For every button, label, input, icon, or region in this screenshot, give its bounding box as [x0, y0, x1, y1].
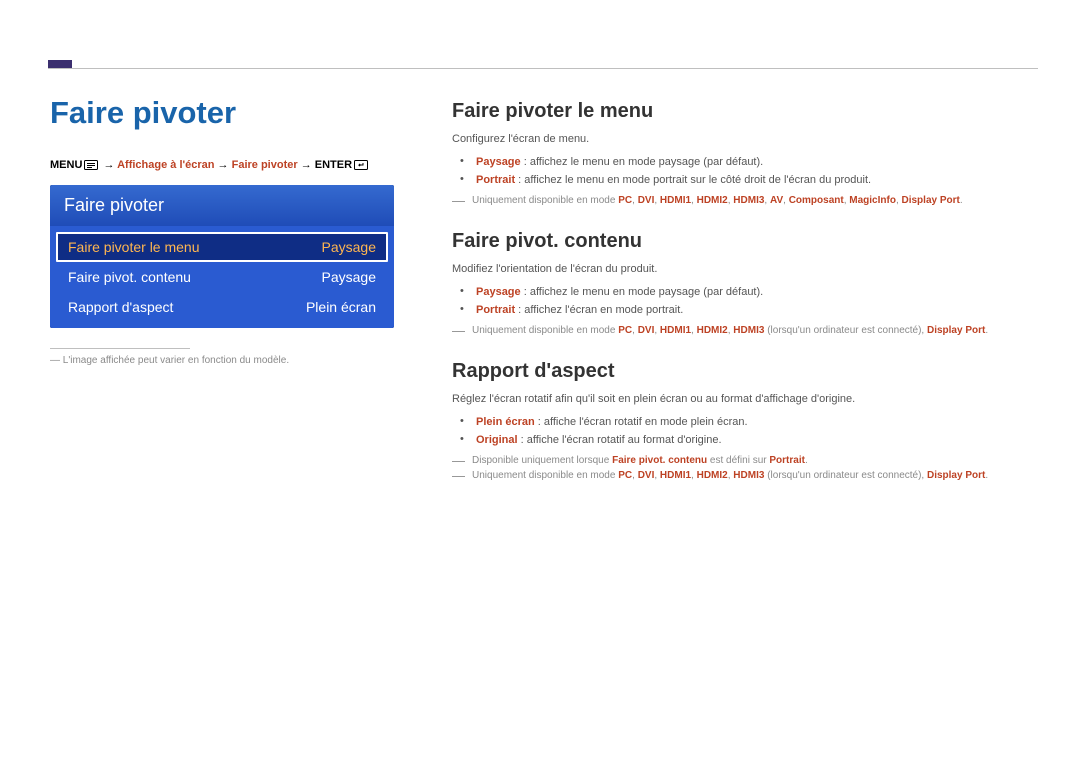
- osd-title: Faire pivoter: [50, 185, 394, 226]
- breadcrumb: MENU → Affichage à l'écran → Faire pivot…: [50, 159, 420, 171]
- bullet-list: Plein écran : affiche l'écran rotatif en…: [452, 413, 1030, 449]
- mode-highlight: PC: [618, 195, 632, 206]
- header-divider: [48, 68, 1038, 69]
- breadcrumb-arrow: →: [301, 159, 312, 171]
- osd-panel: Faire pivoter Faire pivoter le menu Pays…: [50, 185, 394, 328]
- mode-highlight: DVI: [638, 325, 655, 336]
- mode-highlight: Display Port: [927, 470, 985, 481]
- page-title: Faire pivoter: [50, 95, 420, 131]
- bullet-item: Plein écran : affiche l'écran rotatif en…: [470, 413, 1030, 431]
- mode-highlight: HDMI2: [697, 470, 728, 481]
- bullet-strong: Paysage: [476, 286, 521, 298]
- section: Faire pivot. contenu Modifiez l'orientati…: [452, 230, 1030, 336]
- dash-note: Disponible uniquement lorsque Faire pivo…: [452, 455, 1030, 466]
- mode-highlight: AV: [770, 195, 783, 206]
- mode-highlight: HDMI3: [733, 195, 764, 206]
- mode-highlight: HDMI2: [697, 325, 728, 336]
- header-accent: [48, 60, 72, 68]
- breadcrumb-arrow: →: [103, 159, 114, 171]
- bullet-item: Portrait : affichez l'écran en mode port…: [470, 301, 1030, 319]
- bullet-strong: Portrait: [476, 174, 515, 186]
- mode-highlight: DVI: [638, 470, 655, 481]
- mode-highlight: Composant: [789, 195, 844, 206]
- menu-button-icon: [84, 160, 98, 170]
- section-title: Faire pivot. contenu: [452, 230, 1030, 253]
- bullet-item: Paysage : affichez le menu en mode paysa…: [470, 153, 1030, 171]
- mode-highlight: HDMI2: [697, 195, 728, 206]
- dash-note: Uniquement disponible en mode PC, DVI, H…: [452, 470, 1030, 481]
- section-intro: Réglez l'écran rotatif afin qu'il soit e…: [452, 393, 1030, 405]
- breadcrumb-item: Affichage à l'écran: [117, 159, 214, 171]
- left-column: Faire pivoter MENU → Affichage à l'écran…: [50, 95, 420, 366]
- left-footnote: ― L'image affichée peut varier en foncti…: [50, 355, 420, 366]
- bullet-item: Portrait : affichez le menu en mode port…: [470, 171, 1030, 189]
- mode-highlight: Faire pivot. contenu: [612, 455, 707, 466]
- mode-highlight: PC: [618, 470, 632, 481]
- bullet-item: Original : affiche l'écran rotatif au fo…: [470, 431, 1030, 449]
- breadcrumb-item: Faire pivoter: [232, 159, 298, 171]
- section-title: Rapport d'aspect: [452, 360, 1030, 383]
- enter-button-icon: [354, 160, 368, 170]
- osd-row-label: Faire pivoter le menu: [68, 239, 200, 255]
- bullet-list: Paysage : affichez le menu en mode paysa…: [452, 283, 1030, 319]
- section-title: Faire pivoter le menu: [452, 100, 1030, 123]
- osd-row-value: Plein écran: [306, 299, 376, 315]
- breadcrumb-arrow: →: [218, 159, 229, 171]
- osd-body: Faire pivoter le menu Paysage Faire pivo…: [50, 226, 394, 328]
- mode-highlight: PC: [618, 325, 632, 336]
- dash-note: Uniquement disponible en mode PC, DVI, H…: [452, 195, 1030, 206]
- osd-row-rotate-content[interactable]: Faire pivot. contenu Paysage: [56, 262, 388, 292]
- mode-highlight: HDMI1: [660, 195, 691, 206]
- bullet-strong: Portrait: [476, 304, 515, 316]
- mode-highlight: HDMI1: [660, 325, 691, 336]
- mode-highlight: HDMI3: [733, 470, 764, 481]
- bullet-strong: Plein écran: [476, 416, 535, 428]
- osd-row-label: Faire pivot. contenu: [68, 269, 191, 285]
- dash-note: Uniquement disponible en mode PC, DVI, H…: [452, 325, 1030, 336]
- osd-row-aspect-ratio[interactable]: Rapport d'aspect Plein écran: [56, 292, 388, 322]
- mode-highlight: HDMI1: [660, 470, 691, 481]
- breadcrumb-enter: ENTER: [315, 159, 352, 171]
- right-column: Faire pivoter le menu Configurez l'écran …: [452, 100, 1030, 481]
- breadcrumb-menu: MENU: [50, 159, 82, 171]
- osd-row-rotate-menu[interactable]: Faire pivoter le menu Paysage: [56, 232, 388, 262]
- mode-highlight: HDMI3: [733, 325, 764, 336]
- bullet-item: Paysage : affichez le menu en mode paysa…: [470, 283, 1030, 301]
- bullet-strong: Original: [476, 434, 518, 446]
- mode-highlight: Display Port: [902, 195, 960, 206]
- osd-row-label: Rapport d'aspect: [68, 299, 173, 315]
- bullet-strong: Paysage: [476, 156, 521, 168]
- mode-highlight: Display Port: [927, 325, 985, 336]
- footnote-divider: [50, 348, 190, 349]
- section: Rapport d'aspect Réglez l'écran rotatif a…: [452, 360, 1030, 481]
- bullet-list: Paysage : affichez le menu en mode paysa…: [452, 153, 1030, 189]
- osd-row-value: Paysage: [322, 269, 376, 285]
- section-intro: Configurez l'écran de menu.: [452, 133, 1030, 145]
- mode-highlight: MagicInfo: [849, 195, 896, 206]
- mode-highlight: DVI: [638, 195, 655, 206]
- mode-highlight: Portrait: [769, 455, 805, 466]
- osd-row-value: Paysage: [322, 239, 376, 255]
- section: Faire pivoter le menu Configurez l'écran …: [452, 100, 1030, 206]
- section-intro: Modifiez l'orientation de l'écran du pro…: [452, 263, 1030, 275]
